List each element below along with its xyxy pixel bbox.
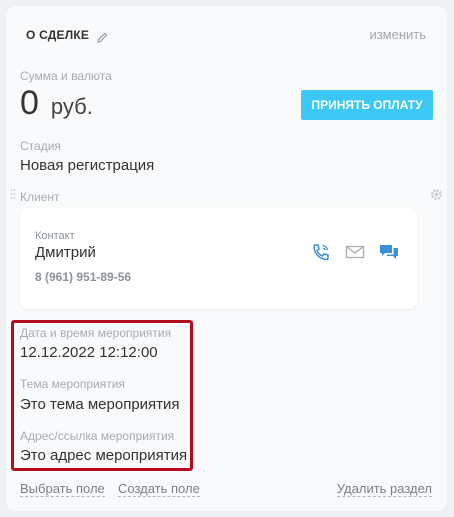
client-label: Клиент [20,190,60,204]
stage-label: Стадия [20,139,61,153]
pencil-icon[interactable] [97,30,108,43]
change-link[interactable]: изменить [369,27,426,42]
amount-display: 0 руб. [20,84,93,123]
amount-value: 0 [20,84,39,122]
client-card: Контакт Дмитрий 8 (961) 951-89-56 [20,208,417,309]
select-field-link[interactable]: Выбрать поле [20,482,105,497]
highlight-box [11,320,193,471]
delete-section-link[interactable]: Удалить раздел [336,482,432,497]
create-field-link[interactable]: Создать поле [118,482,200,497]
contact-actions [311,243,399,261]
gear-icon[interactable] [430,188,443,201]
phone-icon[interactable] [311,243,331,261]
mail-icon[interactable] [345,243,365,261]
amount-currency: руб. [50,94,93,119]
section-header: О СДЕЛКЕ [26,28,108,43]
section-title: О СДЕЛКЕ [26,28,90,42]
contact-name[interactable]: Дмитрий [35,244,96,261]
contact-phone[interactable]: 8 (961) 951-89-56 [35,270,131,284]
deal-info-card: О СДЕЛКЕ изменить Сумма и валюта 0 руб. … [6,6,447,511]
stage-value[interactable]: Новая регистрация [20,157,154,174]
chat-icon[interactable] [379,243,399,261]
contact-label: Контакт [35,230,75,242]
accept-payment-button[interactable]: ПРИНЯТЬ ОПЛАТУ [301,90,433,120]
amount-label: Сумма и валюта [20,69,112,83]
drag-handle-icon[interactable] [10,188,16,202]
